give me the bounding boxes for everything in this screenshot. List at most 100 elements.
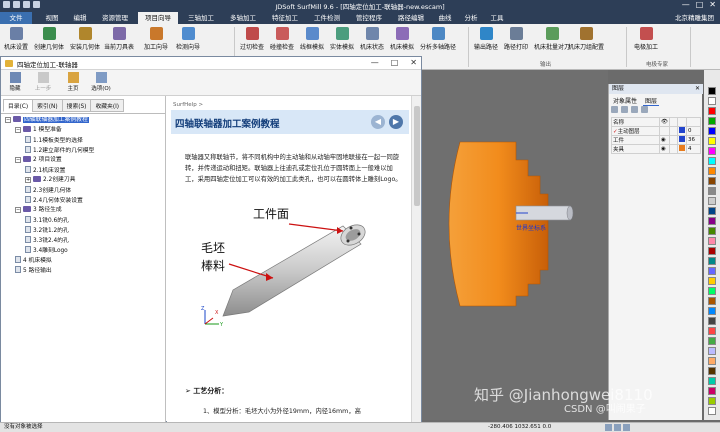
palette-color-swatch[interactable] — [708, 257, 716, 265]
palette-color-swatch[interactable] — [708, 227, 716, 235]
tree-item[interactable]: 3.4雕刻Logo — [25, 246, 68, 255]
palette-color-swatch[interactable] — [708, 217, 716, 225]
tree-item[interactable]: 1.2建立部件的几何模型 — [25, 146, 94, 155]
move-down-icon[interactable] — [641, 106, 648, 113]
help-maximize-button[interactable]: □ — [391, 58, 399, 68]
tab-inspection[interactable]: 工件检测 — [308, 12, 346, 24]
palette-color-swatch[interactable] — [708, 357, 716, 365]
tab-file[interactable]: 文件 — [0, 12, 32, 24]
snap-icon[interactable] — [605, 424, 612, 431]
wireframe-sim-button[interactable]: 线框模拟 — [300, 27, 324, 57]
collapse-icon[interactable]: − — [15, 207, 21, 213]
expand-icon[interactable]: + — [25, 177, 31, 183]
delete-layer-icon[interactable] — [621, 106, 628, 113]
layer-row[interactable]: 工件 ◉ 36 — [610, 135, 701, 145]
palette-color-swatch[interactable] — [708, 167, 716, 175]
palette-color-swatch[interactable] — [708, 197, 716, 205]
3d-viewport[interactable]: 世界坐标系 — [420, 70, 608, 420]
lock-icon[interactable] — [669, 126, 678, 136]
solid-sim-button[interactable]: 实体模拟 — [330, 27, 354, 57]
palette-color-swatch[interactable] — [708, 147, 716, 155]
output-path-button[interactable]: 输出路径 — [474, 27, 498, 57]
move-up-icon[interactable] — [631, 106, 638, 113]
tree-item[interactable]: +2.2创建刀具 — [25, 176, 75, 185]
overcut-check-button[interactable]: 过切检查 — [240, 27, 264, 57]
minimize-button[interactable]: — — [682, 0, 690, 10]
tree-item[interactable]: 3.2铣1.2的孔 — [25, 226, 69, 235]
tree-item[interactable]: 1.1模板类型的选择 — [25, 136, 83, 145]
tab-contents[interactable]: 目录(C) — [3, 99, 34, 112]
content-scrollbar[interactable] — [411, 96, 421, 422]
tree-item[interactable]: 2.4几何体安装设置 — [25, 196, 83, 205]
tool-group-config-button[interactable]: 机床刀组配置 — [568, 27, 604, 57]
lock-icon[interactable] — [669, 144, 678, 154]
tab-3axis[interactable]: 三轴加工 — [182, 12, 220, 24]
tree-item[interactable]: − 四轴联轴器加工案例教程 — [5, 116, 89, 125]
palette-color-swatch[interactable] — [708, 347, 716, 355]
tab-resources[interactable]: 资源管理 — [96, 12, 134, 24]
create-geometry-button[interactable]: 创建几何体 — [34, 27, 64, 57]
tab-edit[interactable]: 编辑 — [68, 12, 92, 24]
palette-color-swatch[interactable] — [708, 387, 716, 395]
help-close-button[interactable]: ✕ — [410, 58, 417, 68]
palette-color-swatch[interactable] — [708, 277, 716, 285]
tree-item[interactable]: − 3 路径生成 — [15, 206, 62, 215]
palette-color-swatch[interactable] — [708, 287, 716, 295]
install-geometry-button[interactable]: 安装几何体 — [70, 27, 100, 57]
palette-color-swatch[interactable] — [708, 137, 716, 145]
inspection-wizard-button[interactable]: 检测向导 — [176, 27, 200, 57]
layer-row[interactable]: 夹具 ◉ 4 — [610, 144, 701, 154]
tab-analysis[interactable]: 分析 — [460, 12, 482, 24]
palette-color-swatch[interactable] — [708, 317, 716, 325]
visible-icon[interactable] — [659, 126, 670, 136]
visible-icon[interactable]: ◉ — [659, 144, 670, 154]
palette-color-swatch[interactable] — [708, 267, 716, 275]
tree-item[interactable]: 4 机床模拟 — [15, 256, 52, 265]
lock-icon[interactable] — [669, 135, 678, 145]
tab-path-edit[interactable]: 路径编辑 — [392, 12, 430, 24]
palette-color-swatch[interactable] — [708, 407, 716, 415]
layer-color-swatch[interactable] — [679, 136, 685, 142]
tree-item[interactable]: 3.3铣2.4的孔 — [25, 236, 69, 245]
help-minimize-button[interactable]: — — [371, 58, 379, 68]
breadcrumb[interactable]: SurfHelp > — [173, 102, 203, 108]
tree-item[interactable]: 2.3创建几何体 — [25, 186, 71, 195]
palette-color-swatch[interactable] — [708, 97, 716, 105]
options-button[interactable]: 选项(O) — [89, 72, 113, 92]
collapse-icon[interactable]: − — [5, 117, 11, 123]
layers-close-icon[interactable]: ✕ — [695, 84, 700, 94]
machine-setup-button[interactable]: 机床设置 — [4, 27, 28, 57]
maximize-button[interactable]: □ — [696, 0, 704, 10]
tab-layers[interactable]: 图层 — [643, 96, 660, 106]
machining-wizard-button[interactable]: 加工向导 — [144, 27, 168, 57]
next-topic-button[interactable]: ▶ — [389, 115, 403, 129]
tab-curve[interactable]: 曲线 — [434, 12, 456, 24]
back-button[interactable]: 上一步 — [31, 72, 55, 92]
collision-check-button[interactable]: 碰撞检查 — [270, 27, 294, 57]
palette-color-swatch[interactable] — [708, 297, 716, 305]
palette-color-swatch[interactable] — [708, 107, 716, 115]
collapse-icon[interactable]: − — [15, 127, 21, 133]
palette-color-swatch[interactable] — [708, 187, 716, 195]
palette-color-swatch[interactable] — [708, 87, 716, 95]
tool-table-button[interactable]: 当前刀具表 — [104, 27, 134, 57]
machine-state-button[interactable]: 机床状态 — [360, 27, 384, 57]
tree-item[interactable]: 2.1机床设置 — [25, 166, 65, 175]
palette-color-swatch[interactable] — [708, 377, 716, 385]
palette-color-swatch[interactable] — [708, 157, 716, 165]
print-path-button[interactable]: 路径打印 — [504, 27, 528, 57]
tab-multiaxis[interactable]: 多轴加工 — [224, 12, 262, 24]
tab-favorites[interactable]: 收藏夹(I) — [90, 99, 125, 112]
tab-feature[interactable]: 特征加工 — [266, 12, 304, 24]
new-layer-icon[interactable] — [611, 106, 618, 113]
tab-tools[interactable]: 工具 — [486, 12, 508, 24]
palette-color-swatch[interactable] — [708, 177, 716, 185]
hide-button[interactable]: 隐藏 — [5, 72, 25, 92]
palette-color-swatch[interactable] — [708, 397, 716, 405]
palette-color-swatch[interactable] — [708, 307, 716, 315]
batch-tool-setting-button[interactable]: 机床批量对刀 — [534, 27, 570, 57]
layer-color-swatch[interactable] — [679, 127, 685, 133]
palette-color-swatch[interactable] — [708, 207, 716, 215]
electrode-machining-button[interactable]: 电极加工 — [634, 27, 658, 57]
palette-color-swatch[interactable] — [708, 247, 716, 255]
